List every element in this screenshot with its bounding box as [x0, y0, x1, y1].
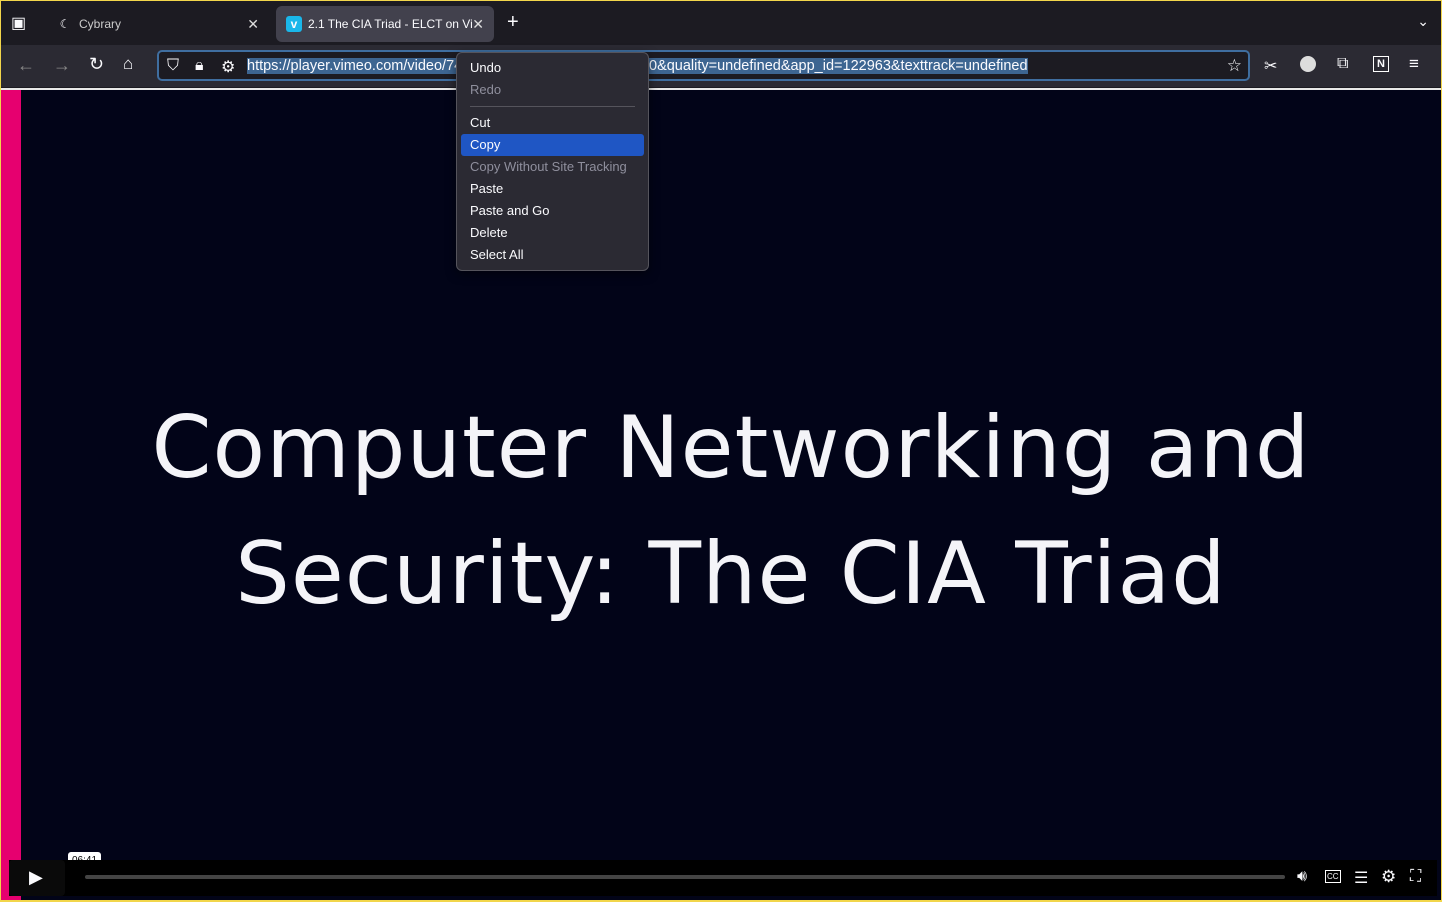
url-text-tail[interactable]: 0&quality=undefined&app_id=122963&texttr…: [649, 58, 1028, 74]
menu-item-copy[interactable]: Copy: [461, 134, 644, 156]
close-icon[interactable]: ✕: [472, 16, 484, 33]
context-menu: Undo Redo Cut Copy Copy Without Site Tra…: [456, 52, 649, 271]
play-button[interactable]: ▶: [9, 860, 65, 896]
permissions-icon[interactable]: ⚙: [221, 57, 235, 77]
video-player[interactable]: Computer Networking and Security: The CI…: [1, 88, 1441, 900]
menu-item-copy-clean: Copy Without Site Tracking: [470, 159, 627, 174]
reload-icon[interactable]: ↻: [89, 54, 104, 75]
menu-item-paste-go[interactable]: Paste and Go: [461, 200, 644, 222]
menu-item-paste[interactable]: Paste: [461, 178, 644, 200]
title-line-2: Security: The CIA Triad: [235, 524, 1227, 624]
menu-item-cut[interactable]: Cut: [461, 112, 644, 134]
vimeo-icon: v: [286, 16, 302, 32]
volume-icon[interactable]: 🔊︎: [1297, 868, 1307, 886]
extensions-icon[interactable]: ⧉: [1337, 55, 1348, 73]
url-bar[interactable]: ⛉ 🔒︎ ⚙ https://player.vimeo.com/video/74…: [157, 50, 1250, 81]
close-icon[interactable]: ✕: [247, 16, 259, 33]
menu-icon[interactable]: ≡: [1409, 54, 1419, 74]
captions-icon[interactable]: CC: [1325, 870, 1341, 883]
progress-bar[interactable]: [85, 875, 1285, 879]
tab-list-icon[interactable]: ▣: [11, 13, 26, 33]
accent-bar: [1, 90, 21, 900]
fullscreen-icon[interactable]: ⛶: [1410, 868, 1421, 886]
menu-item-redo: Redo: [470, 82, 502, 97]
star-icon[interactable]: ☆: [1227, 56, 1242, 76]
menu-separator: [470, 106, 635, 107]
menu-item-undo[interactable]: Undo: [461, 57, 644, 79]
screenshot-icon[interactable]: ✂: [1264, 56, 1277, 76]
browser-window: ▣ ☾ Cybrary ✕ v 2.1 The CIA Triad - ELCT…: [1, 1, 1441, 900]
player-controls: ▶ 🔊︎ CC ☰ ⚙ ⛶: [9, 860, 1437, 896]
title-line-1: Computer Networking and: [151, 398, 1311, 498]
lock-icon[interactable]: 🔒︎: [195, 57, 204, 75]
notion-icon[interactable]: N: [1373, 56, 1389, 72]
play-icon: ▶: [29, 867, 43, 887]
tab-label: Cybrary: [79, 17, 122, 31]
tab-bar: ▣ ☾ Cybrary ✕ v 2.1 The CIA Triad - ELCT…: [1, 1, 1441, 45]
menu-item-select-all[interactable]: Select All: [461, 244, 644, 266]
cybrary-icon: ☾: [59, 17, 71, 31]
tab-label: 2.1 The CIA Triad - ELCT on Vim: [308, 17, 473, 31]
tab-vimeo[interactable]: v 2.1 The CIA Triad - ELCT on Vim ✕: [276, 6, 494, 42]
tab-cybrary[interactable]: ☾ Cybrary ✕: [47, 6, 269, 42]
transcript-icon[interactable]: ☰: [1354, 868, 1368, 888]
menu-item-delete[interactable]: Delete: [461, 222, 644, 244]
home-icon[interactable]: ⌂: [123, 54, 133, 74]
back-icon[interactable]: ←: [17, 55, 35, 76]
forward-icon[interactable]: →: [53, 55, 71, 76]
avatar[interactable]: [1300, 56, 1316, 72]
shield-icon[interactable]: ⛉: [167, 57, 179, 75]
video-title-card: Computer Networking and Security: The CI…: [21, 385, 1441, 637]
chevron-down-icon[interactable]: ⌄: [1417, 13, 1429, 30]
nav-bar: ← → ↻ ⌂ ⛉ 🔒︎ ⚙ https://player.vimeo.com/…: [1, 45, 1441, 87]
settings-icon[interactable]: ⚙: [1381, 867, 1396, 887]
url-text[interactable]: https://player.vimeo.com/video/74: [247, 58, 463, 74]
new-tab-icon[interactable]: +: [507, 11, 519, 34]
